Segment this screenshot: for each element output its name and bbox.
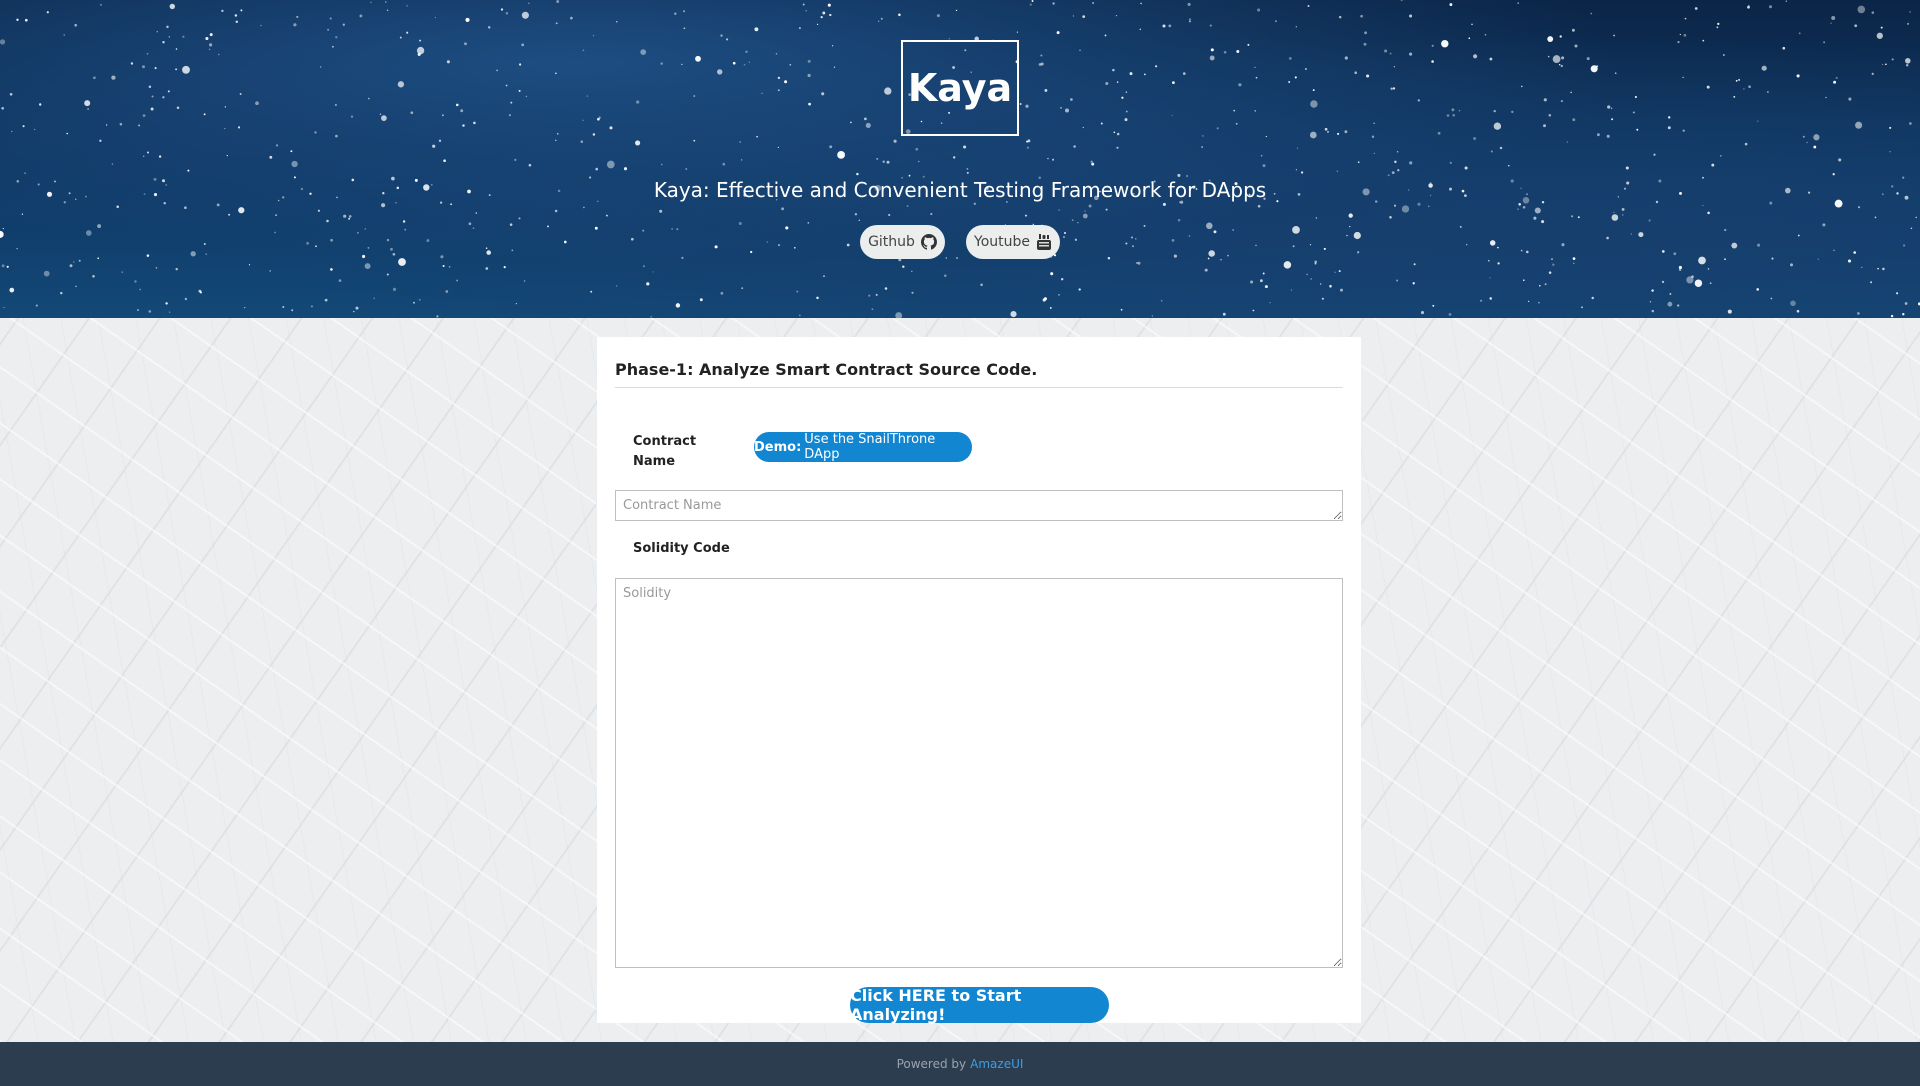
start-analyzing-button[interactable]: Click HERE to Start Analyzing! xyxy=(850,986,1109,1024)
contract-name-label: Contract Name xyxy=(633,434,697,469)
site-logo: Kaya xyxy=(901,40,1019,136)
github-button[interactable]: Github xyxy=(860,225,945,259)
youtube-button-label: Youtube xyxy=(974,234,1030,250)
youtube-icon xyxy=(1036,233,1052,251)
demo-button-text: Use the SnailThrone DApp xyxy=(804,432,936,462)
analyze-card: Phase-1: Analyze Smart Contract Source C… xyxy=(597,337,1361,1024)
youtube-button[interactable]: Youtube xyxy=(966,225,1060,259)
contract-name-input[interactable] xyxy=(615,490,1343,521)
solidity-code-label: Solidity Code xyxy=(633,541,730,556)
logo-text: Kaya xyxy=(907,66,1013,110)
github-button-label: Github xyxy=(868,234,915,250)
footer-prefix: Powered by xyxy=(896,1057,967,1071)
github-icon xyxy=(920,234,937,250)
footer: Powered by AmazeUI xyxy=(0,1042,1920,1086)
solidity-code-input[interactable] xyxy=(615,578,1343,968)
card-divider xyxy=(615,387,1343,388)
demo-button[interactable]: Demo: Use the SnailThrone DApp xyxy=(754,432,972,462)
card-title: Phase-1: Analyze Smart Contract Source C… xyxy=(615,360,1038,379)
header-banner: Kaya Kaya: Effective and Convenient Test… xyxy=(0,0,1920,318)
demo-button-bold: Demo: xyxy=(754,439,802,455)
site-subtitle: Kaya: Effective and Convenient Testing F… xyxy=(653,178,1267,202)
amazeui-link[interactable]: AmazeUI xyxy=(970,1057,1023,1071)
